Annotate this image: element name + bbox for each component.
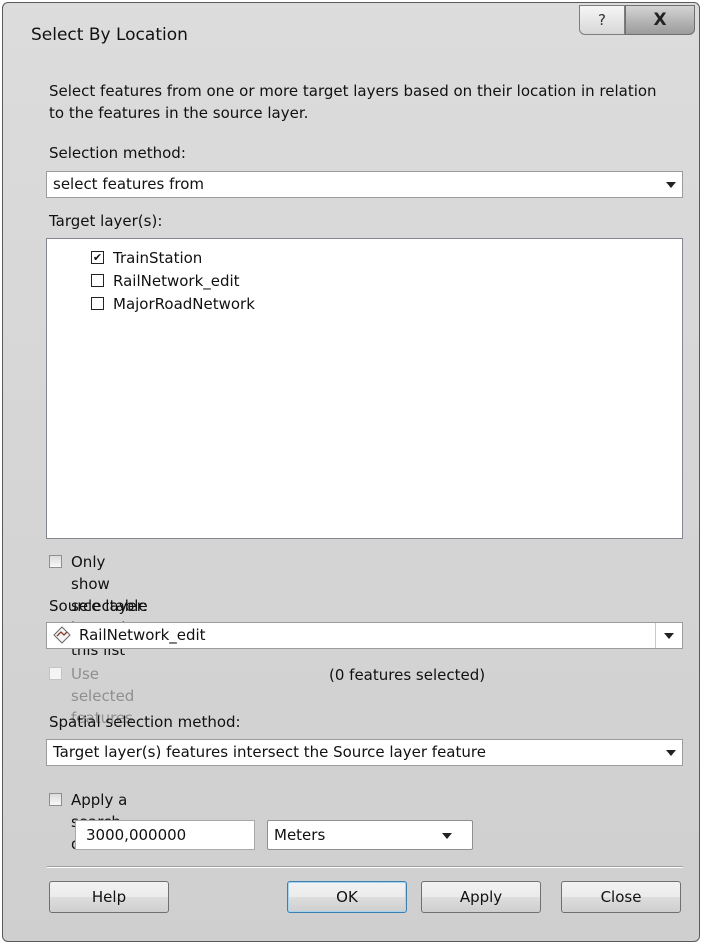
target-layers-list[interactable]: ✔ TrainStation RailNetwork_edit MajorRoa… [46,238,683,539]
search-distance-value: 3000,000000 [86,826,187,844]
help-title-button[interactable]: ? [579,5,625,35]
checkbox-icon[interactable] [91,297,104,310]
divider [47,866,683,868]
list-item-label: RailNetwork_edit [113,272,240,290]
selection-method-value: select features from [53,175,204,193]
spatial-method-dropdown[interactable]: Target layer(s) features intersect the S… [46,739,683,766]
list-item-label: TrainStation [113,249,203,267]
use-selected-checkbox[interactable] [49,667,62,680]
help-button[interactable]: Help [49,881,169,913]
chevron-down-icon [666,182,676,188]
checkbox-icon[interactable] [91,274,104,287]
search-distance-checkbox[interactable] [49,793,62,806]
selected-count-text: (0 features selected) [329,666,486,684]
question-icon: ? [598,11,606,29]
only-selectable-checkbox[interactable] [49,555,62,568]
selection-method-dropdown[interactable]: select features from [46,171,683,198]
source-layer-label: Source layer: [49,597,148,615]
ok-button[interactable]: OK [287,881,407,913]
target-layers-label: Target layer(s): [49,212,163,230]
chevron-down-icon [664,633,674,639]
source-layer-value: RailNetwork_edit [79,626,206,644]
spatial-method-label: Spatial selection method: [49,713,241,731]
selection-method-label: Selection method: [49,144,186,162]
dropdown-button[interactable] [655,623,682,648]
checkbox-checked-icon[interactable]: ✔ [91,251,104,264]
spatial-method-value: Target layer(s) features intersect the S… [53,743,486,761]
close-icon: X [653,10,667,30]
dialog-title: Select By Location [31,25,188,45]
chevron-down-icon [442,833,452,839]
close-button[interactable]: Close [561,881,681,913]
search-distance-input[interactable]: 3000,000000 [75,820,255,850]
units-value: Meters [274,826,326,844]
apply-button[interactable]: Apply [421,881,541,913]
list-item-label: MajorRoadNetwork [113,295,255,313]
close-window-button[interactable]: X [625,5,695,35]
chevron-down-icon [666,750,676,756]
dialog-description: Select features from one or more target … [49,82,657,122]
line-layer-icon [53,626,71,644]
source-layer-dropdown[interactable]: RailNetwork_edit [46,622,683,649]
units-dropdown[interactable]: Meters [267,820,473,850]
title-bar: Select By Location ? X [3,3,699,65]
